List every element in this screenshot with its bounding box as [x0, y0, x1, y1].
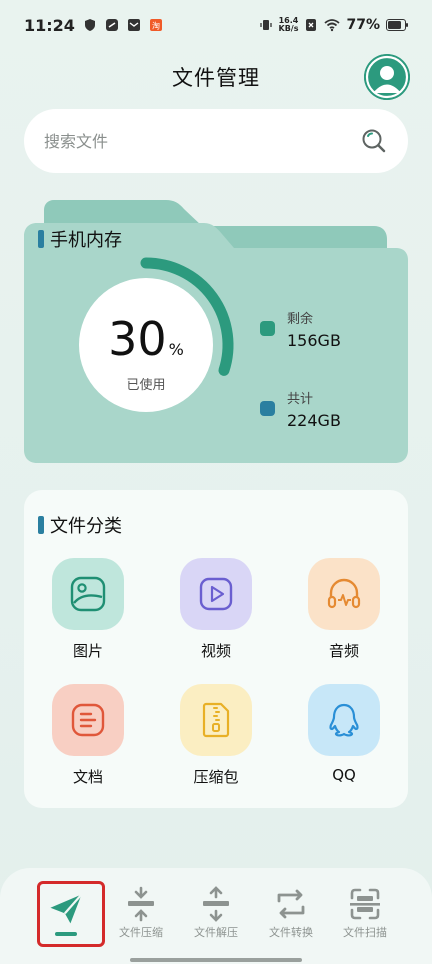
legend-remaining-swatch	[260, 321, 275, 336]
category-qq[interactable]: QQ	[299, 684, 389, 784]
legend-total: 共计 224GB	[260, 388, 341, 430]
category-documents[interactable]: 文档	[43, 684, 133, 787]
svg-text:淘: 淘	[152, 21, 160, 31]
usage-percent: 30	[108, 312, 167, 366]
header: 文件管理	[0, 54, 432, 100]
compress-icon[interactable]	[123, 886, 159, 922]
home-indicator	[130, 958, 302, 962]
image-icon	[70, 576, 106, 612]
status-right: 16.4 KB/s 77%	[259, 17, 408, 33]
file-categories: 文件分类 图片 视频 音频 文档 压缩包 QQ	[24, 490, 408, 808]
zip-icon	[202, 702, 230, 738]
usage-value: 30%	[79, 312, 213, 366]
shield-icon	[84, 19, 95, 31]
category-label: 文档	[72, 768, 103, 786]
scan-icon[interactable]	[347, 886, 383, 922]
page-title: 文件管理	[172, 66, 260, 90]
category-label: QQ	[332, 766, 356, 784]
nav-active-indicator	[55, 932, 77, 936]
avatar[interactable]	[364, 54, 410, 100]
battery-percent: 77%	[346, 17, 380, 33]
battery-icon	[386, 19, 408, 31]
bottom-nav: 文件压缩 文件解压 文件转换 文件扫描	[0, 868, 432, 964]
usage-percent-sign: %	[168, 340, 184, 359]
legend-remaining-label: 剩余	[287, 312, 314, 327]
categories-title-text: 文件分类	[50, 516, 122, 537]
section-mark	[38, 230, 44, 248]
document-icon	[71, 703, 105, 737]
send-icon[interactable]	[46, 890, 86, 930]
status-time: 11:24	[24, 15, 75, 35]
audio-icon	[327, 578, 361, 609]
category-audio[interactable]: 音频	[299, 558, 389, 661]
search-bar[interactable]	[24, 109, 408, 173]
vibrate-icon	[259, 20, 272, 30]
search-input[interactable]	[44, 131, 360, 151]
legend-total-swatch	[260, 401, 275, 416]
nav-item-scan[interactable]: 文件扫描	[330, 886, 400, 940]
category-images[interactable]: 图片	[43, 558, 133, 661]
category-videos-tile[interactable]	[180, 558, 252, 630]
category-archives-tile[interactable]	[180, 684, 252, 756]
nav-item-compress[interactable]: 文件压缩	[106, 886, 176, 940]
status-left: 11:24 淘	[24, 16, 163, 35]
category-label: 压缩包	[193, 768, 239, 786]
nav-item-decompress[interactable]: 文件解压	[181, 886, 251, 940]
nav-label: 文件压缩	[119, 926, 163, 939]
categories-title: 文件分类	[38, 512, 122, 538]
category-label: 视频	[200, 642, 231, 660]
category-label: 音频	[328, 642, 359, 660]
category-label: 图片	[72, 642, 103, 660]
storage-card[interactable]: 手机内存 30% 已使用 剩余 156GB 共计 224GB	[24, 198, 408, 466]
convert-icon[interactable]	[273, 886, 309, 922]
legend-remaining: 剩余 156GB	[260, 308, 341, 350]
category-videos[interactable]: 视频	[171, 558, 261, 661]
decompress-icon[interactable]	[198, 886, 234, 922]
usage-caption: 已使用	[126, 378, 166, 393]
shopping-app-icon: 淘	[149, 19, 162, 31]
legend-remaining-value: 156GB	[287, 331, 341, 350]
sim-off-icon	[306, 19, 317, 31]
mail-icon	[127, 19, 140, 31]
legend-total-label: 共计	[287, 392, 314, 407]
category-qq-tile[interactable]	[308, 684, 380, 756]
wifi-icon	[324, 19, 341, 32]
nav-label: 文件扫描	[343, 926, 387, 939]
category-images-tile[interactable]	[52, 558, 124, 630]
nav-item-convert[interactable]: 文件转换	[256, 886, 326, 940]
usage-circle: 30% 已使用	[79, 278, 213, 412]
nav-label: 文件转换	[269, 926, 313, 939]
nav-label: 文件解压	[194, 926, 238, 939]
search-icon[interactable]	[360, 127, 388, 155]
category-documents-tile[interactable]	[52, 684, 124, 756]
nav-item-send[interactable]	[31, 890, 101, 938]
user-avatar-icon	[364, 54, 410, 100]
net-speed: 16.4 KB/s	[279, 17, 299, 33]
status-bar: 11:24 淘 16.4 KB/s 77%	[0, 0, 432, 50]
qq-icon	[329, 703, 359, 737]
net-speed-unit: KB/s	[278, 24, 299, 33]
video-icon	[199, 577, 233, 611]
legend-total-value: 224GB	[287, 411, 341, 430]
category-audio-tile[interactable]	[308, 558, 380, 630]
app-notification-icon	[105, 19, 118, 31]
category-archives[interactable]: 压缩包	[171, 684, 261, 787]
section-mark	[38, 516, 44, 534]
